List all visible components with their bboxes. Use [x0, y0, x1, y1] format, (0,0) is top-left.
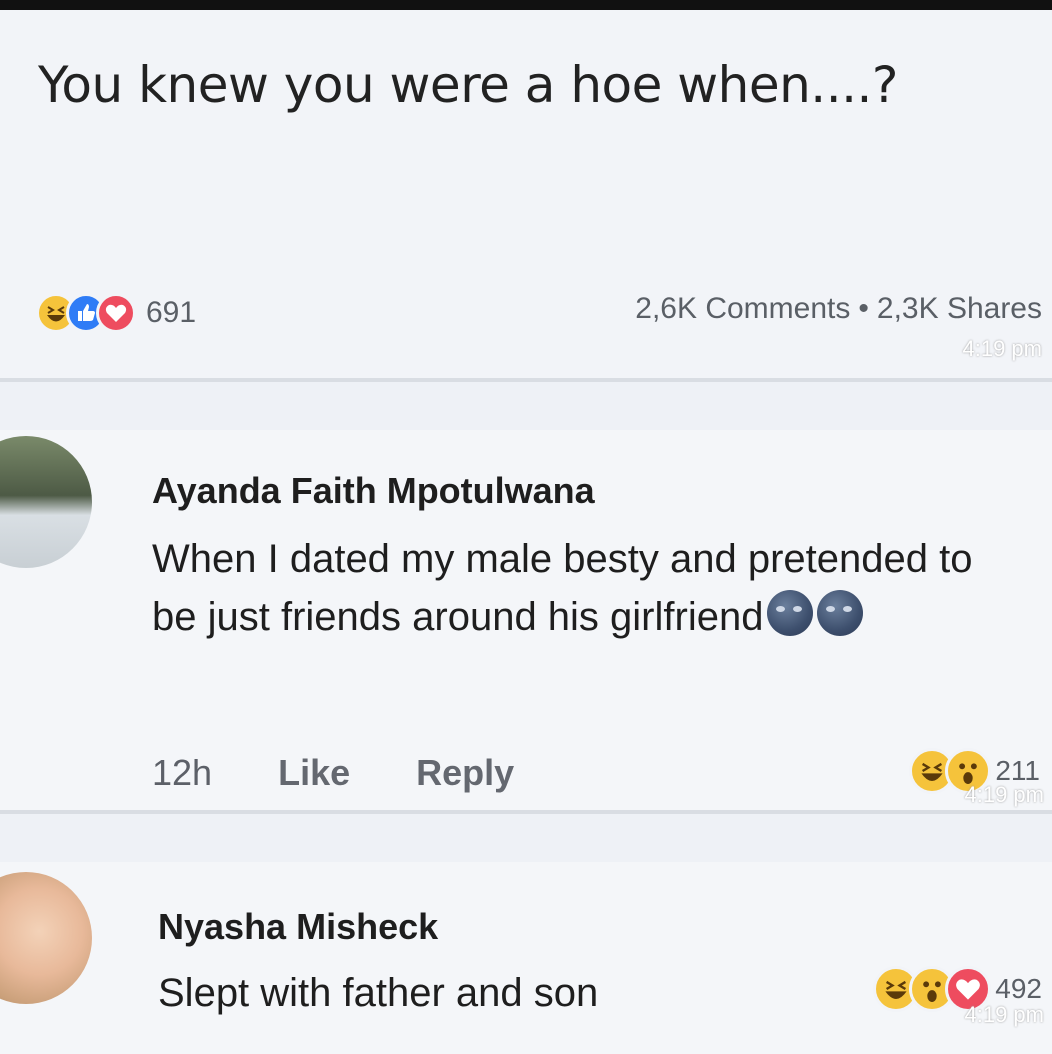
new-moon-face-icon — [767, 590, 814, 636]
comment: Ayanda Faith Mpotulwana When I dated my … — [0, 430, 1052, 810]
comment-timestamp: 4:19 pm — [964, 1002, 1045, 1027]
post-stats: 2,6K Comments • 2,3K Shares — [635, 292, 1042, 326]
comment-time: 12h — [152, 752, 213, 793]
new-moon-face-icon — [817, 590, 864, 636]
stats-separator: • — [858, 292, 869, 325]
avatar[interactable] — [0, 436, 92, 568]
divider — [0, 810, 1052, 814]
comment: Nyasha Misheck Slept with father and son… — [0, 862, 1052, 1054]
top-bar — [0, 0, 1052, 10]
comment-text: Slept with father and son — [158, 971, 599, 1015]
comment-reaction-count[interactable]: 492 — [995, 973, 1042, 1005]
comment-body: When I dated my male besty and pretended… — [152, 530, 1002, 646]
divider — [0, 378, 1052, 382]
reply-button[interactable]: Reply — [416, 752, 514, 794]
comment-author[interactable]: Ayanda Faith Mpotulwana — [152, 470, 595, 512]
post-timestamp: 4:19 pm — [962, 336, 1043, 361]
avatar[interactable] — [0, 872, 92, 1004]
post-reactions[interactable]: 691 — [36, 290, 196, 336]
post-text: You knew you were a hoe when....? — [38, 56, 898, 114]
love-icon — [96, 293, 136, 333]
comments-count-link[interactable]: 2,6K Comments — [635, 292, 850, 325]
shares-count-link[interactable]: 2,3K Shares — [877, 292, 1042, 325]
comment-author[interactable]: Nyasha Misheck — [158, 906, 438, 948]
comment-timestamp: 4:19 pm — [964, 782, 1045, 807]
post-reaction-count[interactable]: 691 — [146, 296, 196, 330]
like-button[interactable]: Like — [278, 752, 350, 794]
comment-actions: 12h Like Reply — [152, 752, 580, 794]
post-card: You knew you were a hoe when....? 691 2,… — [0, 10, 1052, 378]
